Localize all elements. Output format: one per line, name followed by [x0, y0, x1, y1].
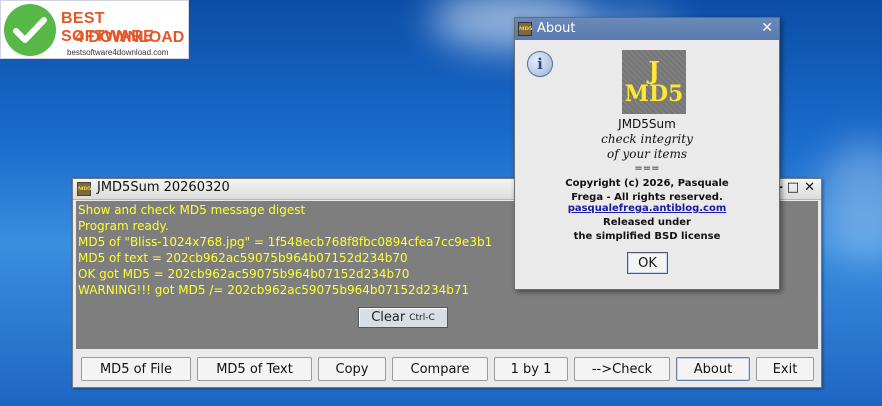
clear-button-label: Clear [371, 310, 406, 325]
license-line-1: Released under [603, 217, 691, 228]
logo-url: bestsoftware4download.com [67, 48, 169, 57]
clear-button[interactable]: Clear Ctrl-C [358, 307, 448, 328]
about-button[interactable]: About [676, 357, 750, 381]
logo-line-2: 4 DOWNLOAD [75, 29, 185, 46]
ok-button[interactable]: OK [627, 252, 668, 274]
logo-j: J [648, 56, 660, 85]
app-icon: MD5 [518, 22, 532, 36]
app-icon: MD5 [77, 182, 91, 196]
copy-button[interactable]: Copy [318, 357, 386, 381]
website-link[interactable]: pasqualefrega.antiblog.com [515, 203, 779, 214]
clear-button-shortcut: Ctrl-C [409, 312, 435, 323]
watermark-logo: BEST SOFTWARE 4 DOWNLOAD bestsoftware4do… [0, 0, 189, 59]
copyright: Copyright (c) 2026, Pasquale Frega - All… [515, 177, 779, 205]
info-icon: i [527, 51, 553, 77]
button-bar: MD5 of File MD5 of Text Copy Compare 1 b… [76, 353, 818, 385]
logo-md5: MD5 [624, 81, 684, 107]
dialog-title: About [537, 21, 576, 36]
one-by-one-button[interactable]: 1 by 1 [494, 357, 568, 381]
check-button[interactable]: -->Check [574, 357, 670, 381]
license-line-2: the simplified BSD license [573, 231, 721, 242]
copyright-line-1: Copyright (c) 2026, Pasquale [565, 178, 729, 189]
close-icon[interactable]: ✕ [804, 180, 815, 195]
app-name: JMD5Sum [618, 117, 676, 131]
separator: === [634, 163, 660, 174]
about-titlebar[interactable]: MD5 About ✕ [515, 18, 779, 40]
tagline-line-1: check integrity [601, 132, 693, 146]
close-icon[interactable]: ✕ [761, 20, 773, 36]
exit-button[interactable]: Exit [756, 357, 814, 381]
compare-button[interactable]: Compare [392, 357, 488, 381]
checkmark-icon [4, 4, 56, 56]
license: Released under the simplified BSD licens… [515, 216, 779, 244]
md5-of-text-button[interactable]: MD5 of Text [197, 357, 312, 381]
md5-of-file-button[interactable]: MD5 of File [81, 357, 191, 381]
about-dialog: MD5 About ✕ i J MD5 JMD5Sum check integr… [514, 17, 780, 290]
maximize-icon[interactable]: □ [787, 180, 799, 195]
tagline-line-2: of your items [606, 147, 688, 161]
app-logo: J MD5 [622, 50, 686, 114]
tagline: check integrity of your items [515, 132, 779, 162]
window-title: JMD5Sum 20260320 [97, 180, 230, 195]
